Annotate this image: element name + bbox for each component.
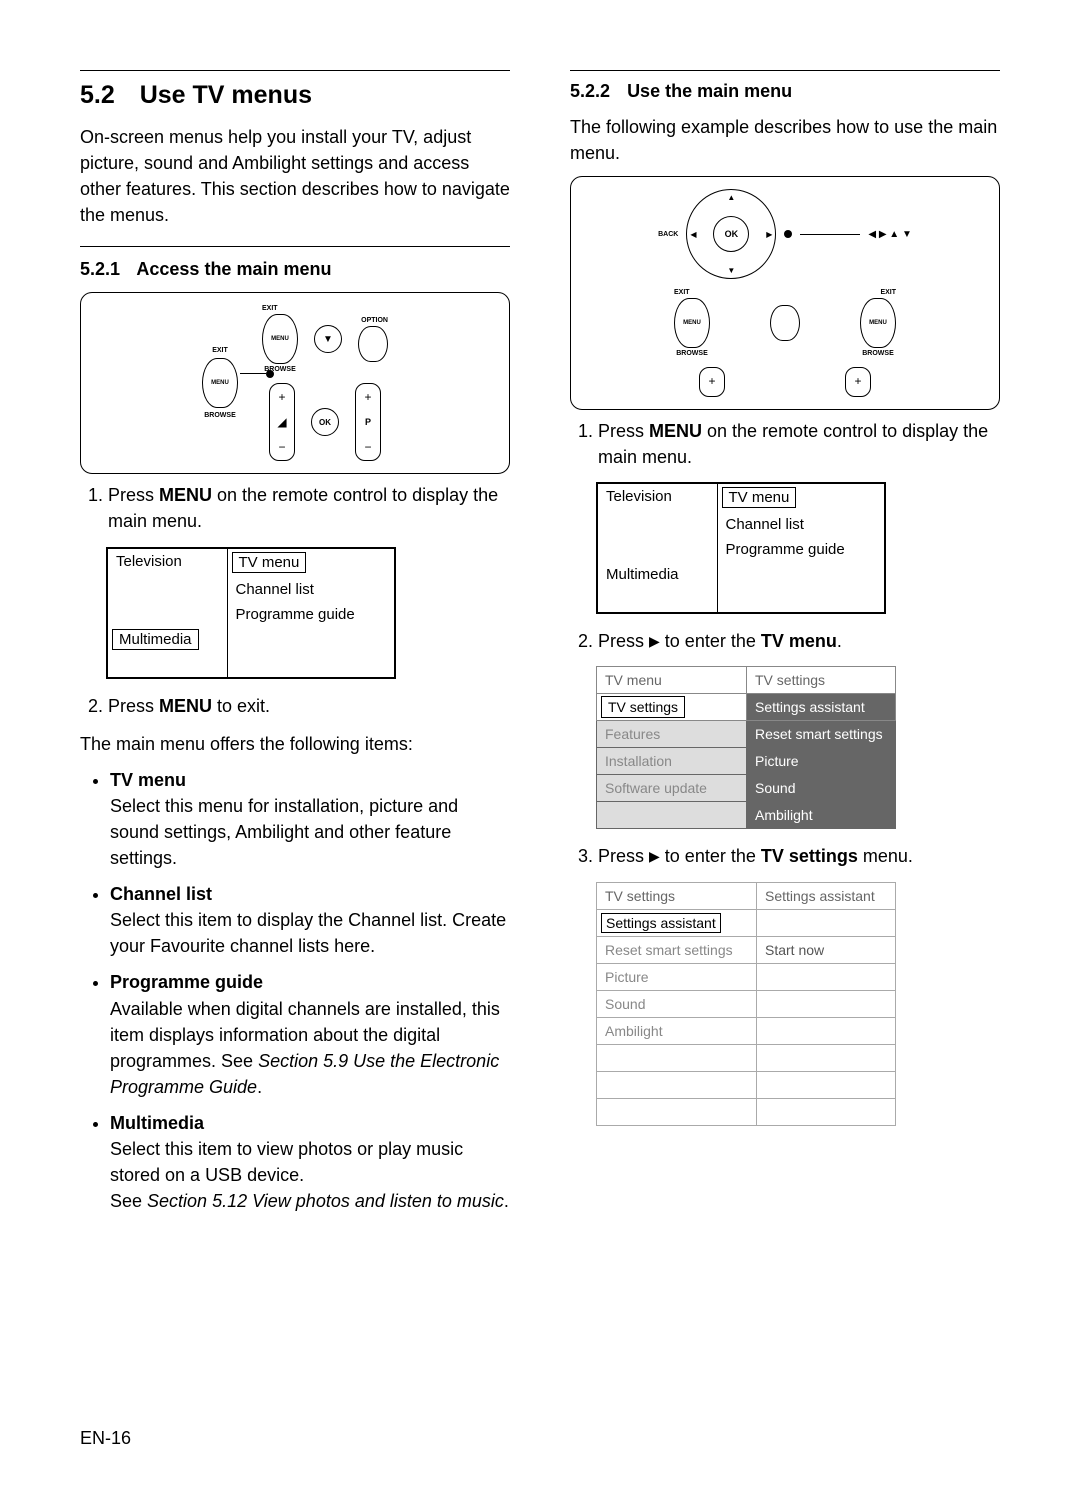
section-heading: 5.2 Use TV menus bbox=[80, 81, 510, 110]
right-triangle-icon-2: ▶ bbox=[649, 846, 660, 866]
item-multimedia: Multimedia Select this item to view phot… bbox=[110, 1110, 510, 1214]
main-menu-table: Television TV menu Channel list Programm… bbox=[106, 547, 396, 679]
section-divider-r bbox=[570, 70, 1000, 71]
menu-tv-menu-selected: TV menu bbox=[232, 552, 307, 573]
page-footer: EN-16 bbox=[80, 1428, 131, 1449]
step-1: Press MENU on the remote control to disp… bbox=[108, 482, 510, 534]
menu-multimedia: Multimedia bbox=[107, 627, 227, 652]
remote-ok-button: OK bbox=[311, 408, 339, 436]
remote-back-label: BACK bbox=[658, 231, 678, 238]
section-intro: On-screen menus help you install your TV… bbox=[80, 124, 510, 228]
remote-volume-rocker: + ◢ − bbox=[269, 383, 295, 461]
remote-exit-label: EXIT bbox=[212, 347, 228, 354]
menu-television-cell: Television bbox=[107, 548, 227, 627]
item-channel-list: Channel list Select this item to display… bbox=[110, 881, 510, 959]
remote-menu-button-2: MENU bbox=[262, 314, 298, 364]
step-r2: Press ▶ to enter the TV menu. bbox=[598, 628, 1000, 654]
nav-right-icon: ▶ bbox=[766, 230, 772, 239]
remote-rocker-right: + bbox=[845, 367, 871, 397]
steps-list-r1: Press MENU on the remote control to disp… bbox=[570, 418, 1000, 470]
steps-list-1b: Press MENU to exit. bbox=[80, 693, 510, 719]
subsection-number-r: 5.2.2 bbox=[570, 81, 610, 101]
remote-program-rocker: + P − bbox=[355, 383, 381, 461]
left-column: 5.2 Use TV menus On-screen menus help yo… bbox=[80, 70, 510, 1224]
section-divider bbox=[80, 70, 510, 71]
offers-text: The main menu offers the following items… bbox=[80, 731, 510, 757]
remote-option-button bbox=[358, 326, 388, 362]
steps-list-r3: Press ▶ to enter the TV settings menu. bbox=[570, 843, 1000, 869]
dot-icon bbox=[784, 230, 792, 238]
subsection-title-r: Use the main menu bbox=[627, 81, 792, 101]
subsection-heading-r: 5.2.2 Use the main menu bbox=[570, 81, 1000, 102]
step-r1: Press MENU on the remote control to disp… bbox=[598, 418, 1000, 470]
right-triangle-icon: ▶ bbox=[649, 631, 660, 651]
steps-list-1: Press MENU on the remote control to disp… bbox=[80, 482, 510, 534]
remote-menu-button-left: MENU bbox=[674, 298, 710, 348]
tv-settings-table: TV settingsSettings assistant Settings a… bbox=[596, 882, 896, 1126]
subsection-title: Access the main menu bbox=[136, 259, 331, 279]
remote-diagram-2: BACK ▲ ▼ ◀ ▶ OK ◀ ▶ ▲ ▼ bbox=[570, 176, 1000, 410]
item-tv-menu: TV menu Select this menu for installatio… bbox=[110, 767, 510, 871]
subsection-divider bbox=[80, 246, 510, 247]
remote-option-button-2 bbox=[770, 305, 800, 341]
remote-rocker-left: + bbox=[699, 367, 725, 397]
subsection-heading: 5.2.1 Access the main menu bbox=[80, 259, 510, 280]
menu-programme-guide: Programme guide bbox=[227, 602, 395, 627]
menu-channel-list: Channel list bbox=[227, 577, 395, 602]
remote-menu-button: MENU bbox=[202, 358, 238, 408]
remote-nav-pad: ▲ ▼ ◀ ▶ OK bbox=[686, 189, 776, 279]
nav-up-icon: ▲ bbox=[727, 193, 735, 202]
section-title: Use TV menus bbox=[140, 81, 312, 109]
main-menu-table-r: Television TV menu Channel list Programm… bbox=[596, 482, 886, 614]
item-programme-guide: Programme guide Available when digital c… bbox=[110, 969, 510, 1099]
steps-list-r2: Press ▶ to enter the TV menu. bbox=[570, 628, 1000, 654]
section-number: 5.2 bbox=[80, 81, 115, 109]
remote-down-button: ▼ bbox=[314, 325, 342, 353]
remote-ok-button-2: OK bbox=[713, 216, 749, 252]
intro-r: The following example describes how to u… bbox=[570, 114, 1000, 166]
step-2: Press MENU to exit. bbox=[108, 693, 510, 719]
step-r3: Press ▶ to enter the TV settings menu. bbox=[598, 843, 1000, 869]
remote-browse-label: BROWSE bbox=[204, 412, 236, 419]
subsection-number: 5.2.1 bbox=[80, 259, 120, 279]
main-menu-items: TV menu Select this menu for installatio… bbox=[80, 767, 510, 1215]
nav-down-icon: ▼ bbox=[727, 266, 735, 275]
remote-menu-button-right: MENU bbox=[860, 298, 896, 348]
right-column: 5.2.2 Use the main menu The following ex… bbox=[570, 70, 1000, 1224]
remote-diagram-1: EXIT MENU BROWSE EXIT MENU bbox=[80, 292, 510, 474]
tv-menu-table: TV menuTV settings TV settingsSettings a… bbox=[596, 666, 896, 829]
arrows-label: ◀ ▶ ▲ ▼ bbox=[868, 229, 912, 240]
nav-left-icon: ◀ bbox=[690, 230, 696, 239]
